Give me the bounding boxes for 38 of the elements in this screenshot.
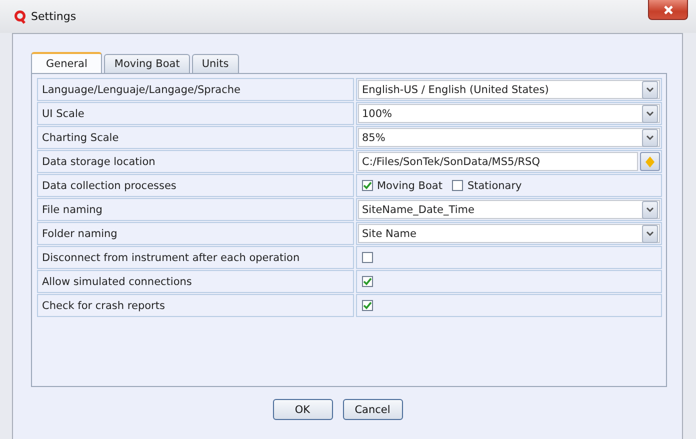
chevron-down-icon [646,207,654,212]
dropdown[interactable]: SiteName_Date_Time [358,200,660,219]
chevron-down-icon [646,231,654,236]
setting-label: Data collection processes [37,174,354,197]
setting-label: Allow simulated connections [37,270,354,293]
tab[interactable]: Moving Boat [104,54,190,73]
checkbox[interactable] [362,276,373,287]
dialog-button[interactable]: OK [272,399,332,420]
chevron-down-icon [646,135,654,140]
checkbox[interactable] [362,252,373,263]
setting-label: Check for crash reports [37,294,354,317]
setting-label: File naming [37,198,354,221]
checkbox-label: Stationary [467,180,522,192]
checkbox[interactable] [362,180,373,191]
setting-label: Folder naming [37,222,354,245]
chevron-down-icon [646,111,654,116]
dropdown[interactable]: Site Name [358,224,660,243]
dropdown[interactable]: 100% [358,104,660,123]
setting-label: Charting Scale [37,126,354,149]
dropdown[interactable]: English-US / English (United States) [358,80,660,99]
close-icon [662,4,674,14]
checkbox[interactable] [452,180,464,191]
setting-label: Data storage location [37,150,354,173]
checkbox[interactable] [362,300,373,311]
dialog-button[interactable]: Cancel [342,399,402,420]
setting-label: Disconnect from instrument after each operation [37,246,354,269]
browse-button[interactable] [640,152,660,171]
path-field[interactable]: C:/Files/SonTek/SonData/MS5/RSQ [358,152,638,171]
close-button[interactable] [648,0,688,20]
tab[interactable]: Units [192,54,239,73]
window-title: Settings [31,10,76,23]
tab[interactable]: General [31,52,102,73]
chevron-down-icon [646,87,654,92]
setting-label: UI Scale [37,102,354,125]
app-logo-icon [14,10,26,24]
checkbox-label: Moving Boat [377,180,442,192]
dropdown[interactable]: 85% [358,128,660,147]
setting-label: Language/Lenguaje/Langage/Sprache [37,78,354,101]
